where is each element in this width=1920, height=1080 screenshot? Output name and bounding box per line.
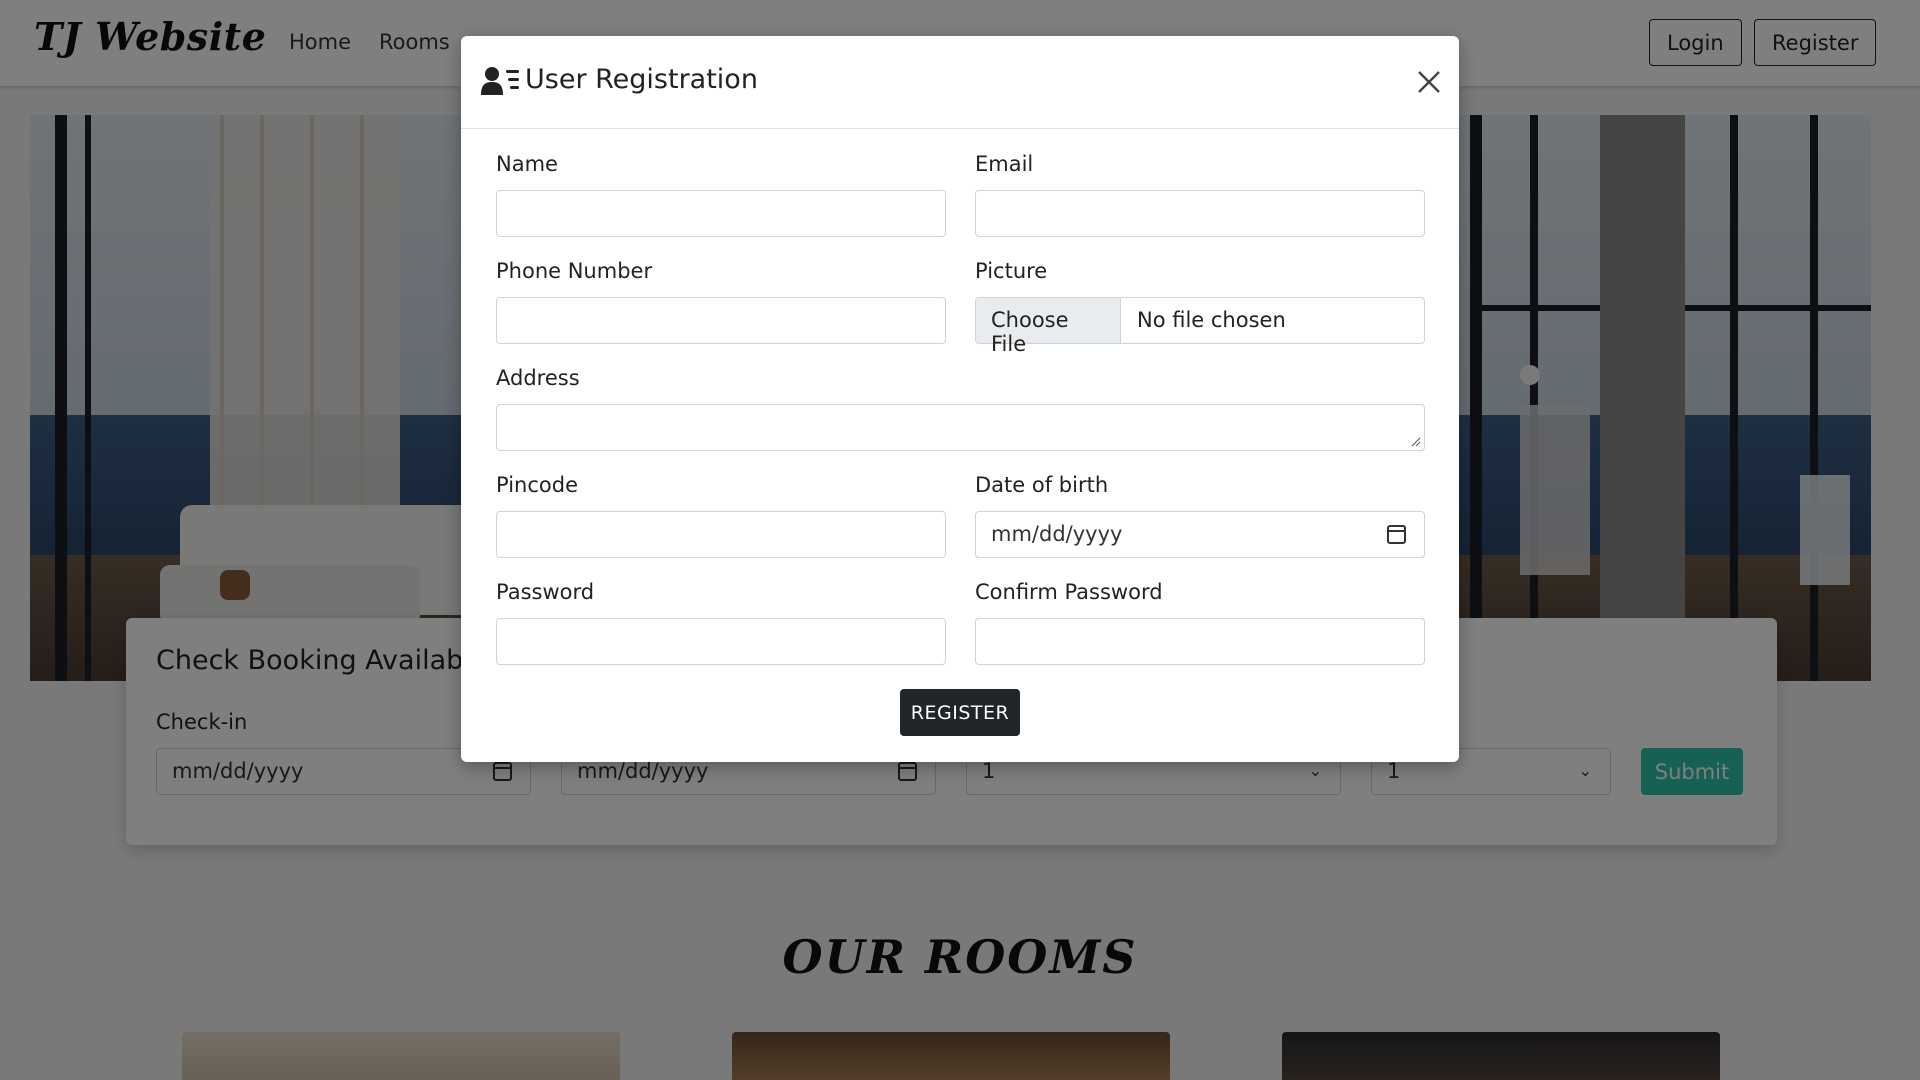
address-label: Address <box>496 366 580 390</box>
phone-label: Phone Number <box>496 259 653 283</box>
close-icon[interactable] <box>1416 69 1442 95</box>
register-submit-button[interactable]: REGISTER <box>900 689 1020 736</box>
choose-file-button[interactable]: Choose File <box>976 298 1121 356</box>
phone-input[interactable] <box>496 297 946 344</box>
dob-placeholder: mm/dd/yyyy <box>991 522 1123 546</box>
user-id-icon <box>481 67 519 95</box>
resize-grip-icon[interactable] <box>1411 437 1421 447</box>
picture-file-input[interactable]: Choose File No file chosen <box>975 297 1425 356</box>
password-input[interactable] <box>496 618 946 665</box>
name-input[interactable] <box>496 190 946 237</box>
confirm-password-input[interactable] <box>975 618 1425 665</box>
address-textarea[interactable] <box>496 404 1425 451</box>
confirm-password-label: Confirm Password <box>975 580 1163 604</box>
dob-date-input[interactable]: mm/dd/yyyy <box>975 511 1425 558</box>
dob-label: Date of birth <box>975 473 1109 497</box>
name-label: Name <box>496 152 558 176</box>
picture-label: Picture <box>975 259 1048 283</box>
pincode-label: Pincode <box>496 473 578 497</box>
pincode-input[interactable] <box>496 511 946 558</box>
registration-modal: User Registration Name Email Phone Numbe… <box>461 36 1459 762</box>
modal-header: User Registration <box>461 36 1459 129</box>
modal-title: User Registration <box>525 64 758 95</box>
password-label: Password <box>496 580 595 604</box>
email-label: Email <box>975 152 1034 176</box>
email-input[interactable] <box>975 190 1425 237</box>
calendar-icon[interactable] <box>1387 525 1406 544</box>
file-status-text: No file chosen <box>1137 308 1286 332</box>
